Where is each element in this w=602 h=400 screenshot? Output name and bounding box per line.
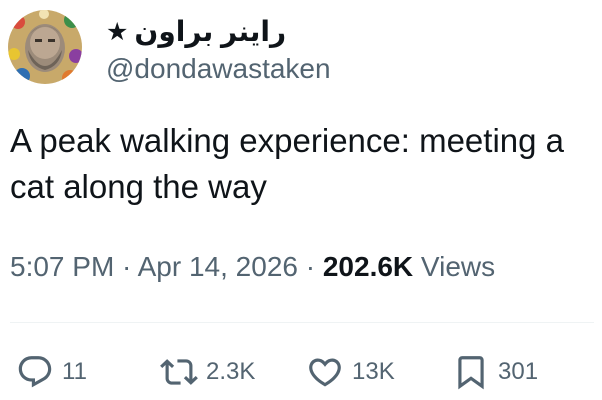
avatar-image [8, 10, 82, 84]
tweet-time[interactable]: 5:07 PM [10, 251, 114, 282]
avatar[interactable] [8, 10, 82, 84]
tweet-date[interactable]: Apr 14, 2026 [138, 251, 298, 282]
meta-separator: · [114, 251, 138, 282]
retweet-count: 2.3K [206, 358, 256, 385]
heart-icon [309, 358, 341, 387]
views-count[interactable]: 202.6K [323, 251, 413, 282]
reply-button[interactable]: 11 [16, 349, 87, 395]
retweet-icon [160, 359, 198, 385]
meta-separator: · [297, 251, 323, 282]
star-badge-icon: ★ [106, 17, 129, 46]
bookmark-count: 301 [498, 358, 539, 385]
reply-icon [18, 356, 52, 388]
like-count: 13K [352, 358, 395, 385]
action-bar: 11 2.3K 13K 301 [0, 349, 602, 395]
divider [10, 322, 594, 323]
views-label: Views [413, 251, 496, 282]
tweet-meta: 5:07 PM · Apr 14, 2026 · 202.6K Views [10, 249, 495, 285]
author-handle[interactable]: @dondawastaken [106, 53, 331, 85]
like-button[interactable]: 13K [306, 349, 395, 395]
author-display-name[interactable]: راينر براون [134, 18, 286, 46]
bookmark-button[interactable]: 301 [452, 349, 538, 395]
bookmark-icon [458, 356, 484, 390]
author-name-row[interactable]: ★ راينر براون [106, 12, 286, 52]
retweet-button[interactable]: 2.3K [160, 349, 255, 395]
tweet-text: A peak walking experience: meeting a cat… [10, 122, 565, 205]
reply-count: 11 [62, 358, 87, 385]
